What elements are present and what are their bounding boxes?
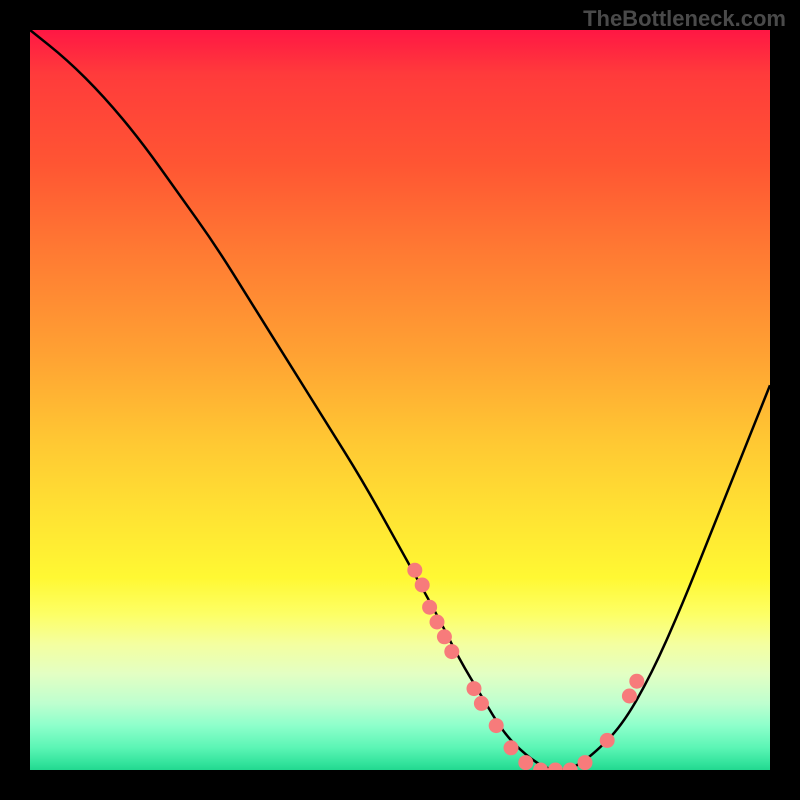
data-point [489, 718, 504, 733]
data-point [422, 600, 437, 615]
data-point [504, 740, 519, 755]
data-point [548, 763, 563, 771]
watermark-text: TheBottleneck.com [583, 6, 786, 32]
data-point [518, 755, 533, 770]
plot-frame [30, 30, 770, 770]
data-point [563, 763, 578, 771]
data-point [600, 733, 615, 748]
data-point [415, 578, 430, 593]
data-point [430, 615, 445, 630]
data-point [444, 644, 459, 659]
data-point [467, 681, 482, 696]
data-point [533, 763, 548, 771]
data-point [407, 563, 422, 578]
data-point [629, 674, 644, 689]
bottleneck-points [407, 563, 644, 770]
data-point [474, 696, 489, 711]
data-point [578, 755, 593, 770]
data-point [437, 629, 452, 644]
points-layer [30, 30, 770, 770]
data-point [622, 689, 637, 704]
